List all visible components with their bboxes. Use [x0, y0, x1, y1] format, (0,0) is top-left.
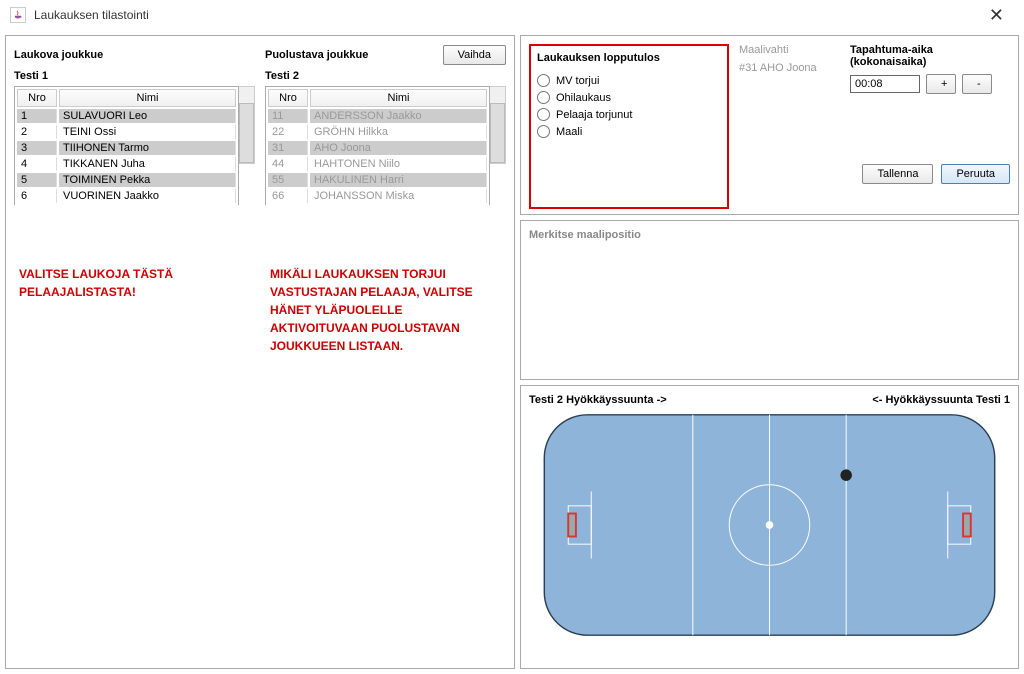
- time-plus-button[interactable]: +: [926, 74, 956, 94]
- table-row[interactable]: 6VUORINEN Jaakko: [17, 189, 236, 203]
- mark-goal-position-panel: Merkitse maalipositio: [520, 220, 1019, 380]
- table-row: 11ANDERSSON Jaakko: [268, 109, 487, 123]
- scrollbar[interactable]: [490, 86, 506, 164]
- col-nro: Nro: [268, 89, 308, 107]
- col-nimi[interactable]: Nimi: [59, 89, 236, 107]
- window-title: Laukauksen tilastointi: [34, 8, 149, 22]
- table-row[interactable]: 2TEINI Ossi: [17, 125, 236, 139]
- table-row: 55HAKULINEN Harri: [268, 173, 487, 187]
- switch-button[interactable]: Vaihda: [443, 45, 506, 65]
- table-row[interactable]: 5TOIMINEN Pekka: [17, 173, 236, 187]
- defending-player-table: NroNimi 11ANDERSSON Jaakko 22GRÖHN Hilkk…: [265, 86, 490, 205]
- close-icon[interactable]: ✕: [979, 5, 1014, 26]
- shooting-team-column: Laukova joukkue Testi 1 NroNimi 1SULAVUO…: [14, 44, 255, 660]
- time-label: Tapahtuma-aika (kokonaisaika): [850, 44, 1010, 68]
- table-row[interactable]: 4TIKKANEN Juha: [17, 157, 236, 171]
- goalie-column: Maalivahti #31 AHO Joona: [739, 44, 840, 206]
- table-row[interactable]: 1SULAVUORI Leo: [17, 109, 236, 123]
- rink-panel: Testi 2 Hyökkäyssuunta -> <- Hyökkäyssuu…: [520, 385, 1019, 669]
- radio-pelaaja-torjunut[interactable]: [537, 108, 550, 121]
- radio-ohilaukaus[interactable]: [537, 91, 550, 104]
- left-panel: Laukova joukkue Testi 1 NroNimi 1SULAVUO…: [5, 35, 515, 669]
- goalie-label: Maalivahti: [739, 44, 840, 56]
- defending-team-column: Puolustava joukkue Vaihda Testi 2 NroNim…: [265, 44, 506, 660]
- col-nro[interactable]: Nro: [17, 89, 57, 107]
- hint-text-1: VALITSE LAUKOJA TÄSTÄ PELAAJALISTASTA!: [14, 265, 255, 301]
- outcome-box: Laukauksen lopputulos MV torjui Ohilauka…: [529, 44, 729, 209]
- time-input[interactable]: [850, 75, 920, 93]
- titlebar: Laukauksen tilastointi ✕: [0, 0, 1024, 30]
- table-row: 22GRÖHN Hilkka: [268, 125, 487, 139]
- shooting-team-label: Laukova joukkue: [14, 49, 103, 61]
- radio-maali[interactable]: [537, 125, 550, 138]
- cancel-button[interactable]: Peruuta: [941, 164, 1010, 184]
- shot-marker[interactable]: [840, 469, 852, 481]
- top-right-panel: Laukauksen lopputulos MV torjui Ohilauka…: [520, 35, 1019, 215]
- table-row: 44HAHTONEN Niilo: [268, 157, 487, 171]
- team1-name: Testi 1: [14, 70, 255, 82]
- team2-name: Testi 2: [265, 70, 506, 82]
- outcome-title: Laukauksen lopputulos: [537, 52, 721, 64]
- time-minus-button[interactable]: -: [962, 74, 992, 94]
- rink-diagram[interactable]: [529, 410, 1010, 640]
- rink-left-label: Testi 2 Hyökkäyssuunta ->: [529, 394, 667, 406]
- save-button[interactable]: Tallenna: [862, 164, 933, 184]
- time-column: Tapahtuma-aika (kokonaisaika) + - Tallen…: [850, 44, 1010, 206]
- defending-team-label: Puolustava joukkue: [265, 49, 368, 61]
- table-row: 66JOHANSSON Miska: [268, 189, 487, 203]
- table-row: 31AHO Joona: [268, 141, 487, 155]
- radio-mv-torjui[interactable]: [537, 74, 550, 87]
- mark-goal-label: Merkitse maalipositio: [529, 229, 641, 241]
- java-icon: [10, 7, 26, 23]
- hint-text-2: MIKÄLI LAUKAUKSEN TORJUI VASTUSTAJAN PEL…: [265, 265, 506, 355]
- goalie-name: #31 AHO Joona: [739, 62, 840, 74]
- scrollbar[interactable]: [239, 86, 255, 164]
- rink-right-label: <- Hyökkäyssuunta Testi 1: [872, 394, 1010, 406]
- col-nimi: Nimi: [310, 89, 487, 107]
- shooting-player-table[interactable]: NroNimi 1SULAVUORI Leo 2TEINI Ossi 3TIIH…: [14, 86, 239, 205]
- table-row[interactable]: 3TIIHONEN Tarmo: [17, 141, 236, 155]
